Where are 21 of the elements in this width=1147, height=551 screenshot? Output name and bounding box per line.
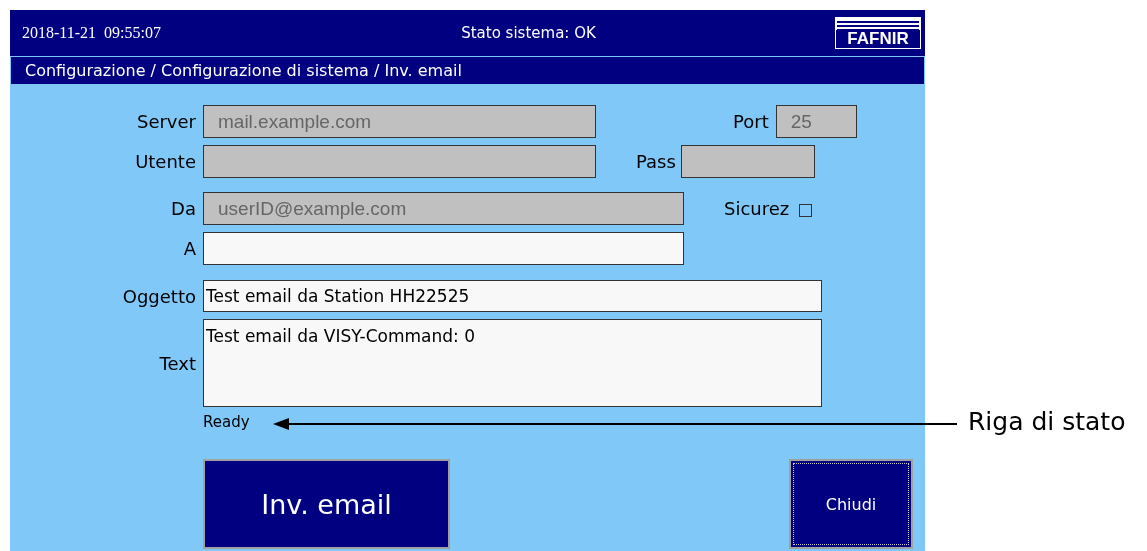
field-label: Utente (134, 151, 196, 172)
field-label: Pass (636, 151, 676, 172)
system-status: Stato sistema: OK (460, 24, 597, 42)
breadcrumb: Configurazione / Configurazione di sistema / Inv. email (10, 56, 925, 85)
company-logo: FAFNIR (835, 17, 921, 49)
field-label: Da (170, 198, 196, 219)
annotation-label: Riga di stato (968, 407, 1126, 436)
close-button[interactable]: Chiudi (789, 459, 913, 549)
status-line: Ready (203, 413, 250, 433)
field-label: Oggetto (121, 285, 196, 307)
checkbox[interactable] (799, 204, 813, 217)
date-time: 2018-11-21 09:55:07 (22, 24, 162, 42)
field-label: Text (158, 352, 196, 374)
text-field[interactable]: Test email da Station HH22525 (203, 280, 822, 312)
field-label: A (182, 238, 196, 259)
field-label: Sicurez (724, 198, 790, 219)
field-label: Port (733, 111, 769, 132)
send-button[interactable]: Inv. email (203, 459, 450, 549)
text-field[interactable] (203, 232, 684, 265)
field-label: Server (135, 111, 196, 132)
text-field[interactable]: Test email da VISY-Command: 0 (203, 319, 822, 407)
